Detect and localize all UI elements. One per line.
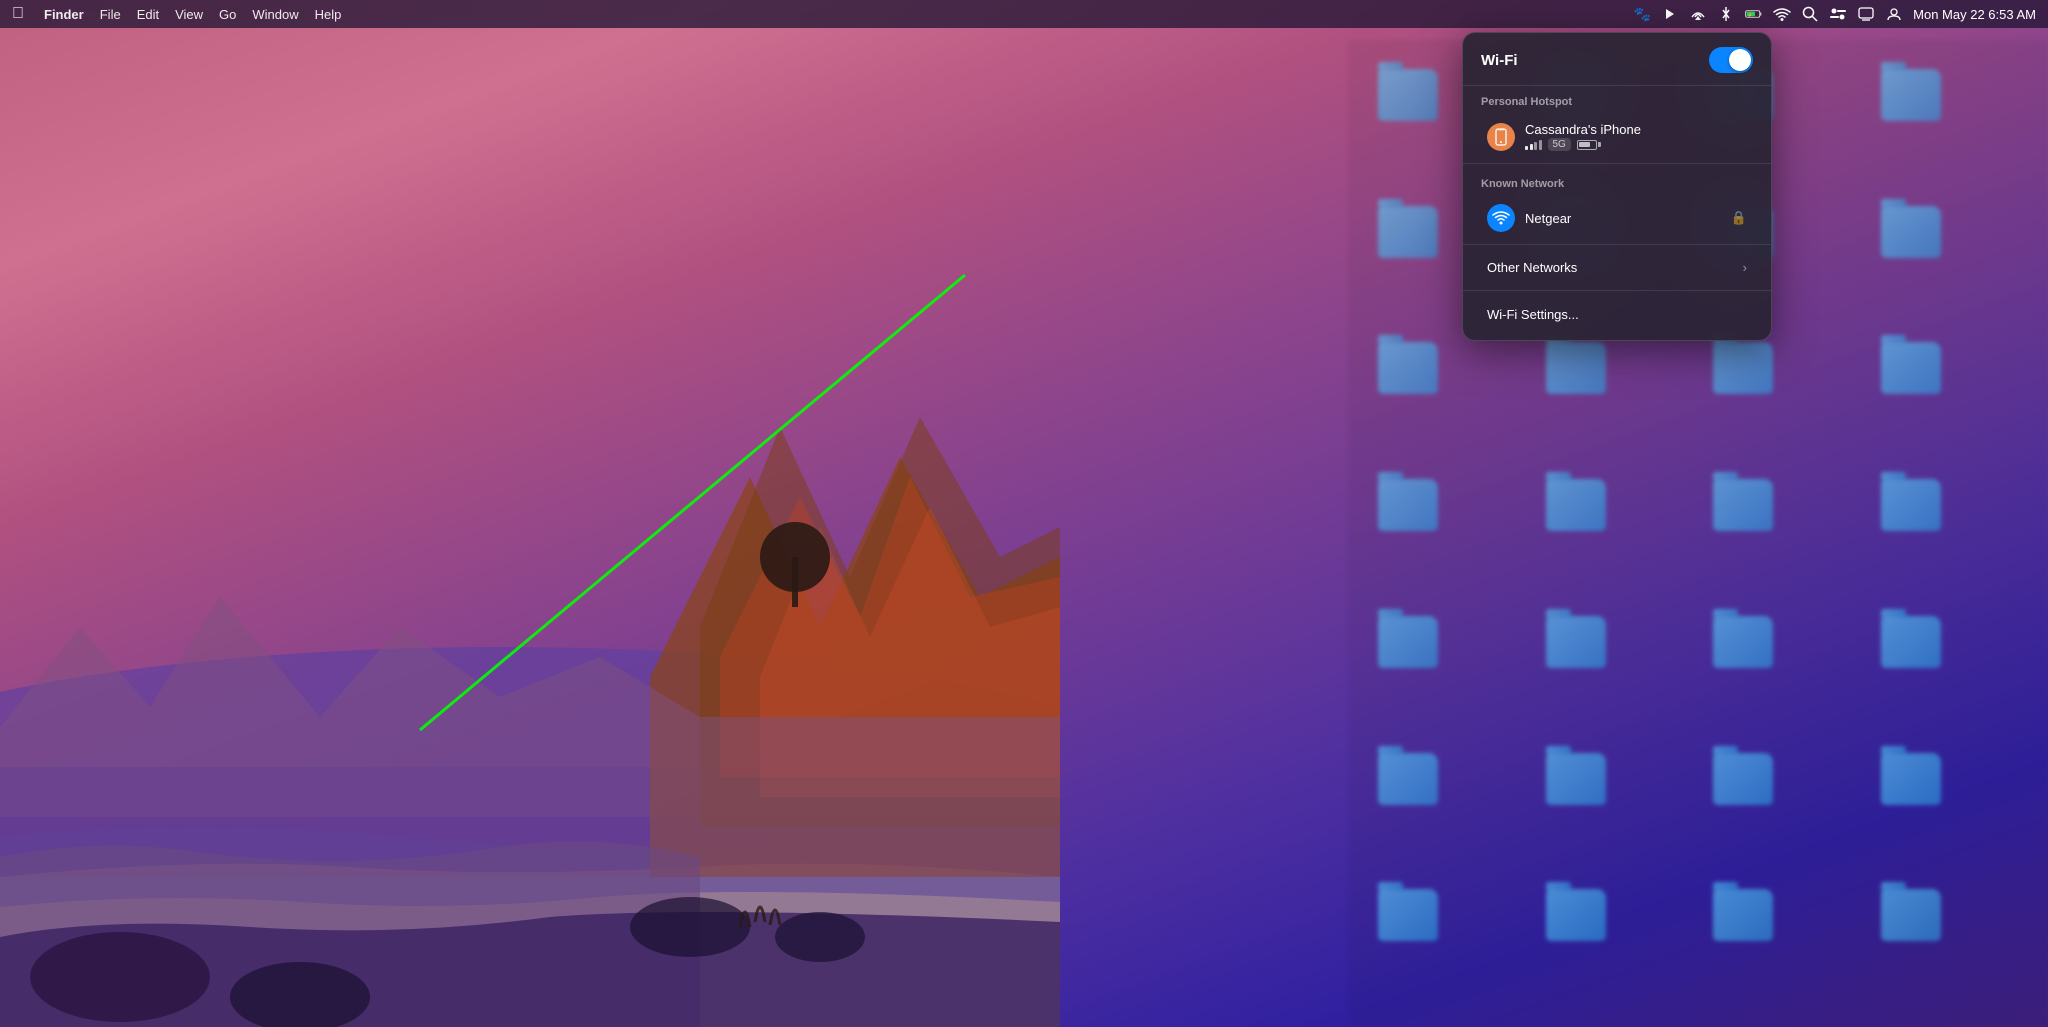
edit-menu[interactable]: Edit (137, 7, 159, 22)
known-network-item[interactable]: Netgear 🔒 (1469, 196, 1765, 240)
desktop-folder (1368, 744, 1448, 814)
desktop-folder (1368, 470, 1448, 540)
other-networks-label: Other Networks (1487, 260, 1577, 275)
wifi-panel-title: Wi-Fi (1481, 52, 1518, 69)
panel-divider-1 (1463, 163, 1771, 164)
hotspot-5g-badge: 5G (1548, 138, 1571, 151)
desktop-folder (1536, 470, 1616, 540)
battery-icon: ⚡ (1745, 5, 1763, 23)
wifi-panel-header: Wi-Fi (1463, 33, 1771, 86)
signal-bar-2 (1530, 144, 1533, 150)
desktop-folder (1871, 333, 1951, 403)
help-menu[interactable]: Help (315, 7, 342, 22)
desktop-folder (1703, 333, 1783, 403)
panel-divider-2 (1463, 244, 1771, 245)
bluetooth-icon[interactable] (1717, 5, 1735, 23)
wifi-menubar-icon[interactable] (1773, 5, 1791, 23)
menubar-left:  Finder File Edit View Go Window Help (12, 5, 1633, 23)
other-networks-row[interactable]: Other Networks › (1469, 249, 1765, 286)
play-icon[interactable] (1661, 5, 1679, 23)
desktop-folder (1871, 197, 1951, 267)
hotspot-network-name: Cassandra's iPhone (1525, 122, 1747, 137)
known-network-name: Netgear (1525, 211, 1731, 226)
wifi-network-icon (1487, 204, 1515, 232)
desktop-folder (1871, 470, 1951, 540)
view-menu[interactable]: View (175, 7, 203, 22)
notification-icon[interactable] (1857, 5, 1875, 23)
wallpaper-landscape (0, 277, 1060, 1027)
desktop-folder (1871, 607, 1951, 677)
window-menu[interactable]: Window (252, 7, 298, 22)
finder-menu[interactable]: Finder (44, 7, 84, 22)
desktop-folder (1871, 744, 1951, 814)
desktop-folder (1368, 60, 1448, 130)
wifi-panel: Wi-Fi Personal Hotspot Cassandra's iPhon… (1462, 32, 1772, 341)
airplay-icon[interactable] (1689, 5, 1707, 23)
wifi-settings-row[interactable]: Wi-Fi Settings... (1469, 295, 1765, 338)
hotspot-icon (1487, 123, 1515, 151)
desktop-folder (1703, 470, 1783, 540)
signal-bar-3 (1534, 142, 1537, 150)
wifi-settings-label: Wi-Fi Settings... (1487, 307, 1579, 322)
panel-divider-3 (1463, 290, 1771, 291)
desktop-folder (1871, 880, 1951, 950)
menubar:  Finder File Edit View Go Window Help 🐾 (0, 0, 2048, 28)
network-lock-icon: 🔒 (1731, 210, 1747, 226)
desktop-folder (1536, 744, 1616, 814)
growl-icon[interactable]: 🐾 (1633, 5, 1651, 23)
go-menu[interactable]: Go (219, 7, 236, 22)
desktop-folder (1536, 880, 1616, 950)
desktop-folder (1703, 607, 1783, 677)
personal-hotspot-label: Personal Hotspot (1463, 86, 1771, 112)
desktop-folder (1536, 607, 1616, 677)
desktop-folder (1536, 333, 1616, 403)
control-center-icon[interactable] (1829, 5, 1847, 23)
wifi-toggle-knob (1729, 49, 1751, 71)
menubar-right: 🐾 ⚡ (1633, 5, 2036, 23)
signal-bar-4 (1539, 140, 1542, 150)
desktop-folder (1703, 880, 1783, 950)
spotlight-icon[interactable] (1801, 5, 1819, 23)
wifi-toggle[interactable] (1709, 47, 1753, 73)
signal-bar-1 (1525, 146, 1528, 150)
known-network-info: Netgear (1525, 211, 1731, 226)
desktop-folder (1703, 744, 1783, 814)
file-menu[interactable]: File (100, 7, 121, 22)
hotspot-battery (1577, 140, 1601, 150)
other-networks-chevron-icon: › (1743, 260, 1747, 275)
desktop-folder (1368, 880, 1448, 950)
hotspot-signal-bars (1525, 140, 1542, 150)
svg-text:⚡: ⚡ (1748, 13, 1753, 18)
datetime-display: Mon May 22 6:53 AM (1913, 7, 2036, 22)
desktop-folder (1368, 197, 1448, 267)
user-icon[interactable] (1885, 5, 1903, 23)
hotspot-meta: 5G (1525, 138, 1747, 151)
desktop-folder (1368, 333, 1448, 403)
desktop-folder (1871, 60, 1951, 130)
hotspot-network-item[interactable]: Cassandra's iPhone 5G (1469, 114, 1765, 159)
hotspot-network-info: Cassandra's iPhone 5G (1525, 122, 1747, 151)
apple-menu[interactable]:  (12, 5, 24, 23)
known-network-label: Known Network (1463, 168, 1771, 194)
desktop-folder (1368, 607, 1448, 677)
